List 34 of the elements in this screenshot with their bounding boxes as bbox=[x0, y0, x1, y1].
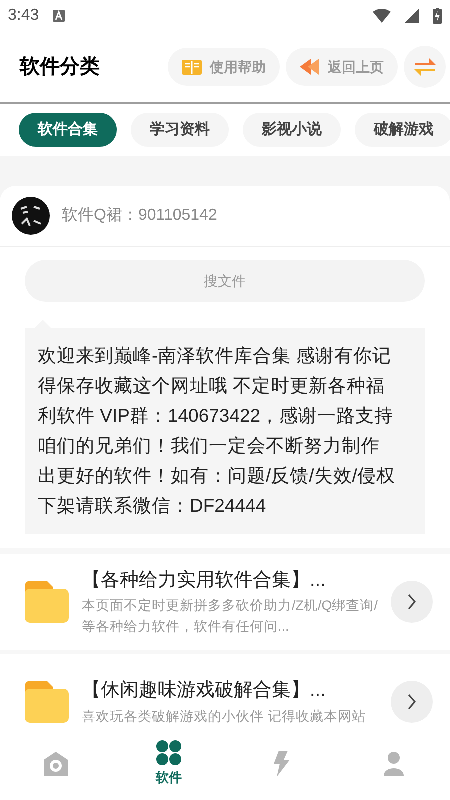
avatar-icon bbox=[12, 197, 50, 235]
file-title: 【各种给力实用软件合集】... bbox=[82, 568, 327, 593]
battery-icon bbox=[433, 8, 442, 24]
status-time: 3:43 bbox=[8, 6, 40, 26]
file-title: 【休闲趣味游戏破解合集】... bbox=[82, 679, 327, 704]
swap-icon bbox=[413, 56, 437, 78]
file-description: 喜欢玩各类破解游戏的小伙伴 记得收藏本网站 bbox=[82, 708, 367, 726]
lightning-icon bbox=[271, 751, 292, 777]
wifi-icon bbox=[373, 9, 391, 23]
notice-text: 欢迎来到巅峰-南泽软件库合集 感谢有你记得保存收藏这个网址哦 不定时更新各种福利软件 VIP群：140673422，感谢一路支持咱们的兄弟们！我们一定会不断努力制作出更好的软件！如有：问题/反馈/失效/侵权下架请联系微信：DF24444 bbox=[25, 328, 425, 534]
chevron-right-icon bbox=[407, 594, 417, 610]
nav-tab[interactable]: 软件 bbox=[112, 740, 225, 788]
search-field[interactable]: 搜文件 bbox=[25, 260, 425, 302]
folder-icon bbox=[25, 681, 69, 723]
rewind-icon bbox=[300, 58, 320, 76]
page-title: 软件分类 bbox=[20, 55, 101, 80]
category-tab[interactable]: 学习资料 bbox=[131, 113, 229, 147]
category-tab[interactable]: 破解游戏 bbox=[355, 113, 450, 147]
home-icon bbox=[43, 751, 70, 777]
chevron-right-icon bbox=[407, 694, 417, 710]
category-tab[interactable]: 影视小说 bbox=[243, 113, 341, 147]
signal-icon bbox=[405, 9, 419, 23]
file-row[interactable]: 【各种给力实用软件合集】... 本页面不定时更新拼多多砍价助力/Z机/Q绑查询/等各种给力软件，软件有任何问... bbox=[0, 554, 450, 654]
open-button[interactable] bbox=[391, 581, 433, 623]
swap-button[interactable] bbox=[404, 46, 446, 88]
person-icon bbox=[382, 751, 405, 777]
book-icon bbox=[182, 59, 202, 75]
category-tab[interactable]: 软件合集 bbox=[19, 113, 117, 147]
apps-icon bbox=[156, 740, 182, 766]
open-button[interactable] bbox=[391, 681, 433, 723]
folder-icon bbox=[25, 581, 69, 623]
notification-icon bbox=[53, 10, 66, 22]
group-info: 软件Q裙：901105142 bbox=[62, 206, 218, 226]
file-description: 本页面不定时更新拼多多砍价助力/Z机/Q绑查询/等各种给力软件，软件有任何问... bbox=[82, 597, 378, 636]
